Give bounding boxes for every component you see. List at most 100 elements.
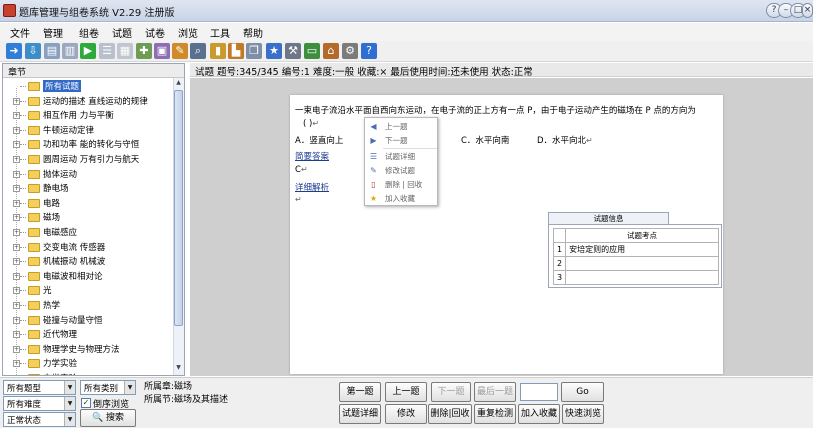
scroll-down-icon[interactable]: ▼	[174, 364, 183, 374]
menu-help[interactable]: 帮助	[243, 25, 263, 40]
tree-item[interactable]: + 相互作用 力与平衡	[3, 108, 173, 123]
edit-button[interactable]: 修改	[385, 404, 427, 424]
image-icon[interactable]: ▣	[154, 43, 170, 59]
import-icon[interactable]: ⇩	[25, 43, 41, 59]
expand-icon[interactable]: +	[13, 156, 20, 163]
expand-icon[interactable]: +	[13, 316, 20, 324]
context-item-details[interactable]: ☰ 试题详细	[365, 150, 437, 163]
next-question-button[interactable]: 下一题	[431, 382, 471, 402]
menu-paper[interactable]: 试卷	[145, 25, 165, 40]
book-icon[interactable]: ▮	[210, 43, 226, 59]
expand-icon[interactable]: +	[13, 229, 20, 236]
expand-icon[interactable]: +	[13, 345, 20, 353]
house-icon[interactable]: ⌂	[323, 43, 339, 59]
duplicate-check-button[interactable]: 重复检测	[474, 404, 516, 424]
close-button[interactable]: ×	[802, 3, 813, 18]
tree-item[interactable]: + 力学实验	[3, 356, 173, 371]
search-button[interactable]: 🔍 搜索	[80, 409, 136, 427]
detailed-analysis-link[interactable]: 详细解析	[295, 181, 329, 193]
expand-icon[interactable]: +	[13, 360, 20, 368]
tree-item[interactable]: + 电路	[3, 196, 173, 211]
go-button[interactable]: Go	[561, 382, 604, 402]
expand-icon[interactable]: +	[13, 170, 20, 178]
menu-browse[interactable]: 浏览	[178, 25, 198, 40]
paper-icon[interactable]: ▥	[62, 43, 78, 59]
quick-browse-button[interactable]: 快速浏览	[562, 404, 604, 424]
delete-recycle-button[interactable]: 删除|回收	[428, 404, 472, 424]
tree-item[interactable]: + 热学	[3, 298, 173, 313]
context-item-arrow-left[interactable]: ◀ 上一题	[365, 120, 437, 133]
table-row[interactable]: 3	[552, 270, 719, 285]
difficulty-select[interactable]: 所有难度 ▼	[3, 396, 76, 411]
tree-item[interactable]: + 抛体运动	[3, 167, 173, 182]
brief-answer-link[interactable]: 简要答案	[295, 150, 329, 162]
expand-icon[interactable]: +	[13, 214, 20, 222]
category-select[interactable]: 所有类别 ▼	[80, 380, 136, 395]
edit-icon[interactable]: ✎	[172, 43, 188, 59]
expand-icon[interactable]: +	[13, 199, 20, 207]
question-type-select[interactable]: 所有题型 ▼	[3, 380, 76, 395]
gear-icon[interactable]: ⚙	[342, 43, 358, 59]
expand-icon[interactable]: +	[13, 331, 20, 339]
open-icon[interactable]: ➜	[6, 43, 22, 59]
menu-question[interactable]: 试题	[112, 25, 132, 40]
tools-icon[interactable]: ⚒	[285, 43, 301, 59]
export-icon[interactable]: ▤	[44, 43, 60, 59]
expand-icon[interactable]: +	[13, 272, 20, 280]
tree-item[interactable]: + 牛顿运动定律	[3, 123, 173, 138]
tree-item[interactable]: +电学实验	[3, 371, 173, 375]
tree-item[interactable]: + 功和功率 能的转化与守恒	[3, 137, 173, 152]
play-icon[interactable]: ▶	[80, 43, 96, 59]
copy-icon[interactable]: ❐	[246, 43, 262, 59]
previous-question-button[interactable]: 上一题	[385, 382, 427, 402]
expand-icon[interactable]: +	[13, 243, 20, 251]
context-item-edit[interactable]: ✎ 修改试题	[365, 164, 437, 177]
expand-icon[interactable]: +	[13, 185, 20, 193]
question-info-tab[interactable]: 试题信息	[548, 212, 669, 224]
tree-item[interactable]: + 光	[3, 283, 173, 298]
expand-icon[interactable]: +	[13, 112, 20, 120]
tree-item[interactable]: + 圆周运动 万有引力与航天	[3, 152, 173, 167]
tree-item[interactable]: + 交变电流 传感器	[3, 240, 173, 255]
tree-item[interactable]: + 静电场	[3, 181, 173, 196]
search-icon[interactable]: ⌕	[190, 43, 206, 59]
question-details-button[interactable]: 试题详细	[339, 404, 381, 424]
add-favorite-button[interactable]: 加入收藏	[518, 404, 560, 424]
tree-item[interactable]: + 机械振动 机械波	[3, 254, 173, 269]
tree-item[interactable]: + 电磁波和相对论	[3, 269, 173, 284]
tree-item[interactable]: + 碰撞与动量守恒	[3, 313, 173, 328]
star-icon[interactable]: ★	[266, 43, 282, 59]
table-row[interactable]: 1 安培定则的应用	[552, 242, 719, 257]
list-icon[interactable]: ☰	[99, 43, 115, 59]
knowledge-point-cell[interactable]	[565, 270, 719, 285]
scroll-up-icon[interactable]: ▲	[174, 79, 183, 89]
expand-icon[interactable]: +	[13, 141, 20, 149]
menu-file[interactable]: 文件	[10, 25, 30, 40]
menu-compose[interactable]: 组卷	[79, 25, 99, 40]
expand-icon[interactable]: +	[13, 287, 20, 295]
first-question-button[interactable]: 第一题	[339, 382, 381, 402]
expand-icon[interactable]: +	[13, 258, 20, 266]
monitor-icon[interactable]: ▭	[304, 43, 320, 59]
tree-scroll-thumb[interactable]	[174, 90, 183, 326]
expand-icon[interactable]: +	[13, 126, 20, 134]
knowledge-point-cell[interactable]	[565, 256, 719, 271]
grid-icon[interactable]: ▦	[117, 43, 133, 59]
tree-item[interactable]: + 物理学史与物理方法	[3, 342, 173, 357]
knowledge-point-cell[interactable]: 安培定则的应用	[565, 242, 719, 257]
menu-manage[interactable]: 管理	[43, 25, 63, 40]
chart-icon[interactable]: ▙	[228, 43, 244, 59]
menu-tools[interactable]: 工具	[210, 25, 230, 40]
tree-item[interactable]: + 近代物理	[3, 327, 173, 342]
tree-item[interactable]: + 电磁感应	[3, 225, 173, 240]
context-item-star[interactable]: ★ 加入收藏	[365, 192, 437, 205]
table-row[interactable]: 2	[552, 256, 719, 271]
expand-icon[interactable]: +	[13, 302, 20, 309]
tree-root[interactable]: 所有试题	[3, 79, 173, 94]
tree-item[interactable]: + 运动的描述 直线运动的规律	[3, 94, 173, 109]
question-number-input[interactable]	[520, 383, 558, 401]
reverse-browse-checkbox[interactable]: ✓	[81, 398, 91, 408]
context-item-arrow-right[interactable]: ▶ 下一题	[365, 134, 437, 147]
tree-item[interactable]: + 磁场	[3, 210, 173, 225]
context-item-delete[interactable]: ▯ 删除 | 回收	[365, 178, 437, 191]
